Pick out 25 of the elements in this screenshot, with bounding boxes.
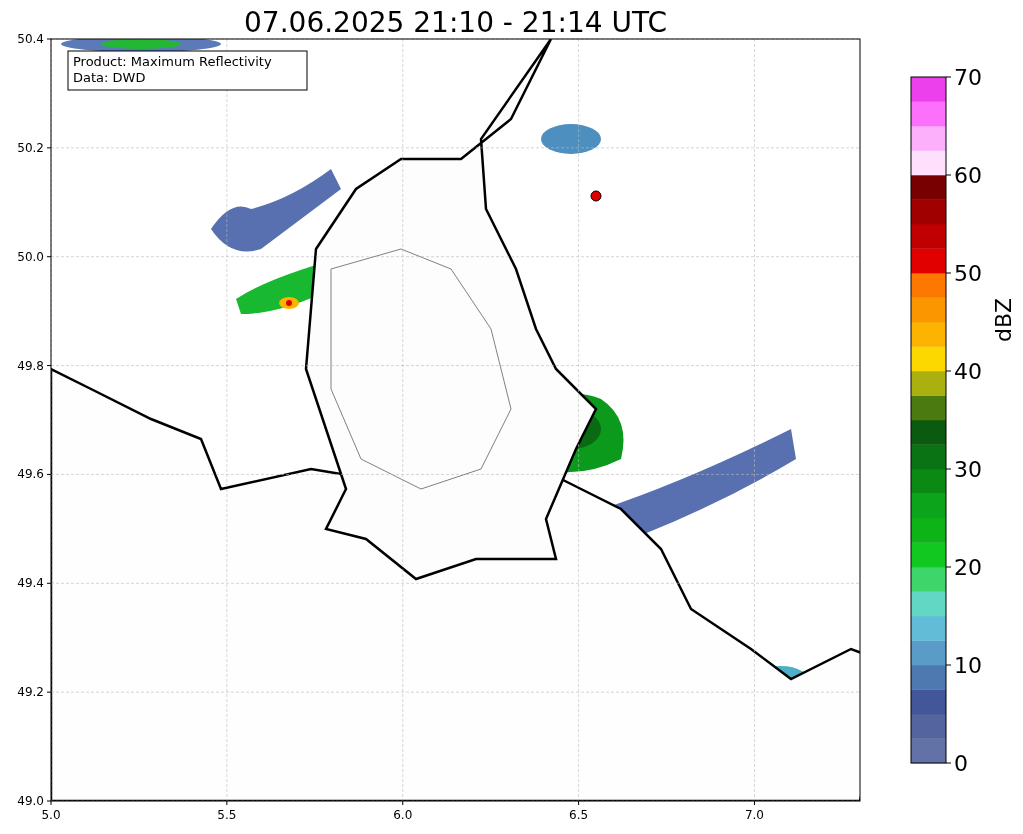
colorbar-tick-label: 0: [954, 751, 968, 776]
info-text: Product: Maximum Reflectivity: [73, 54, 272, 69]
y-tick-label: 49.2: [17, 685, 44, 700]
x-tick-label: 7.0: [744, 808, 765, 822]
chart-title: 07.06.2025 21:10 - 21:14 UTC: [244, 6, 667, 39]
colorbar-tick-label: 60: [954, 163, 982, 188]
y-tick-label: 49.4: [17, 576, 44, 591]
y-tick-label: 49.8: [17, 358, 44, 373]
colorbar-tick-label: 10: [954, 653, 982, 678]
colorbar-label: dBZ: [991, 297, 1016, 343]
x-tick-label: 6.5: [569, 808, 589, 822]
x-tick-label: 5.0: [41, 808, 61, 822]
y-tick-label: 50.2: [17, 140, 44, 155]
colorbar-tick-label: 70: [954, 65, 982, 90]
colorbar-tick-label: 30: [954, 457, 982, 482]
colorbar-tick-label: 40: [954, 359, 982, 384]
info-text: Data: DWD: [73, 70, 146, 85]
y-tick-label: 49.0: [17, 794, 44, 808]
x-tick-label: 5.5: [217, 808, 237, 822]
x-tick-label: 6.0: [393, 808, 413, 822]
y-tick-label: 49.6: [17, 467, 44, 482]
colorbar-tick-label: 50: [954, 261, 982, 286]
colorbar-tick-label: 20: [954, 555, 982, 580]
y-tick-label: 50.0: [17, 249, 44, 264]
y-tick-label: 50.4: [17, 32, 44, 46]
